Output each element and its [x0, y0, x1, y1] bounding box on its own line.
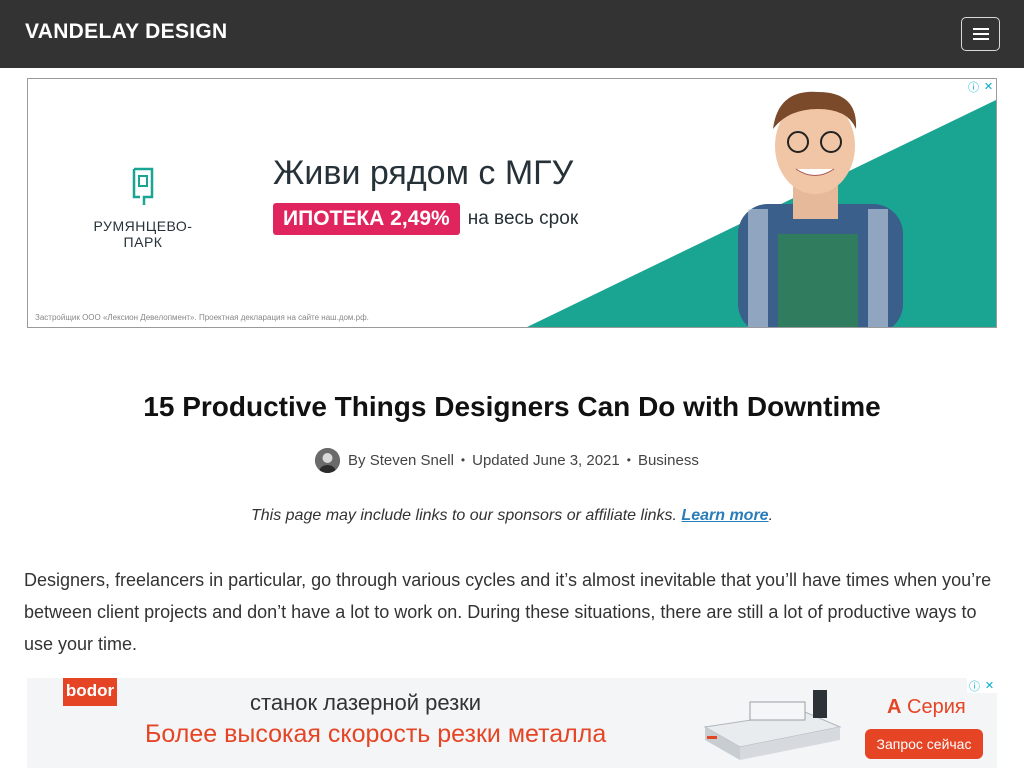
author-link[interactable]: Steven Snell: [370, 452, 454, 469]
ad-banner-bottom[interactable]: bodor станок лазерной резки Более высока…: [27, 678, 997, 768]
building-logo-icon: [132, 167, 154, 205]
disclaimer-text: This page may include links to our spons…: [250, 507, 677, 524]
meta-separator: •: [460, 453, 466, 467]
site-header: VANDELAY DESIGN: [0, 0, 1024, 68]
avatar-image: [315, 447, 340, 473]
author-prefix: By: [348, 451, 366, 469]
site-title-link[interactable]: VANDELAY DESIGN: [25, 20, 228, 44]
laser-machine-image: [703, 690, 842, 760]
series-letter: A: [887, 696, 902, 718]
disclaimer-end: .: [768, 507, 774, 524]
learn-more-link[interactable]: Learn more: [681, 507, 768, 524]
request-now-button[interactable]: Запрос сейчас: [865, 729, 983, 759]
post-meta: By Steven Snell • Updated June 3, 2021 •…: [315, 447, 699, 473]
ad-choices[interactable]: ⓘ ✕: [966, 79, 996, 94]
series-word: Серия: [907, 696, 966, 718]
ad-bottom-line1: станок лазерной резки: [250, 690, 482, 715]
affiliate-disclaimer: This page may include links to our spons…: [0, 507, 1024, 525]
close-icon[interactable]: ✕: [981, 79, 996, 94]
menu-toggle-button[interactable]: [961, 17, 1000, 51]
ad-brand-name: РУМЯНЦЕВО-ПАРК: [93, 218, 193, 250]
ad-person-image: [738, 91, 903, 327]
info-icon[interactable]: ⓘ: [967, 678, 982, 693]
ad-brand-logo: РУМЯНЦЕВО-ПАРК: [78, 167, 208, 250]
post-title: 15 Productive Things Designers Can Do wi…: [143, 391, 881, 422]
meta-separator: •: [626, 453, 631, 467]
ad-promo-text: на весь срок: [467, 208, 579, 229]
updated-date: Updated June 3, 2021: [472, 451, 620, 469]
ad-promo: ИПОТЕКА 2,49% на весь срок: [273, 203, 578, 235]
category-link[interactable]: Business: [638, 452, 699, 469]
author-avatar[interactable]: [315, 447, 340, 473]
close-icon[interactable]: ✕: [982, 678, 997, 693]
ad-promo-badge: ИПОТЕКА 2,49%: [273, 203, 460, 235]
ad-choices-bottom[interactable]: ⓘ ✕: [967, 678, 997, 693]
ad-legal-text: Застройщик ООО «Лексион Девелопмент». Пр…: [35, 313, 369, 322]
ad-bottom-line2: Более высокая скорость резки металла: [145, 720, 607, 748]
ad-banner-top[interactable]: РУМЯНЦЕВО-ПАРК Живи рядом с МГУ ИПОТЕКА …: [27, 78, 997, 328]
hamburger-menu-icon: [972, 28, 989, 40]
intro-paragraph: Designers, freelancers in particular, go…: [24, 570, 992, 654]
ad-headline: Живи рядом с МГУ: [273, 154, 574, 192]
info-icon[interactable]: ⓘ: [966, 79, 981, 94]
ad-series-label: A Серия: [887, 696, 966, 719]
bodor-logo: bodor: [63, 678, 117, 706]
